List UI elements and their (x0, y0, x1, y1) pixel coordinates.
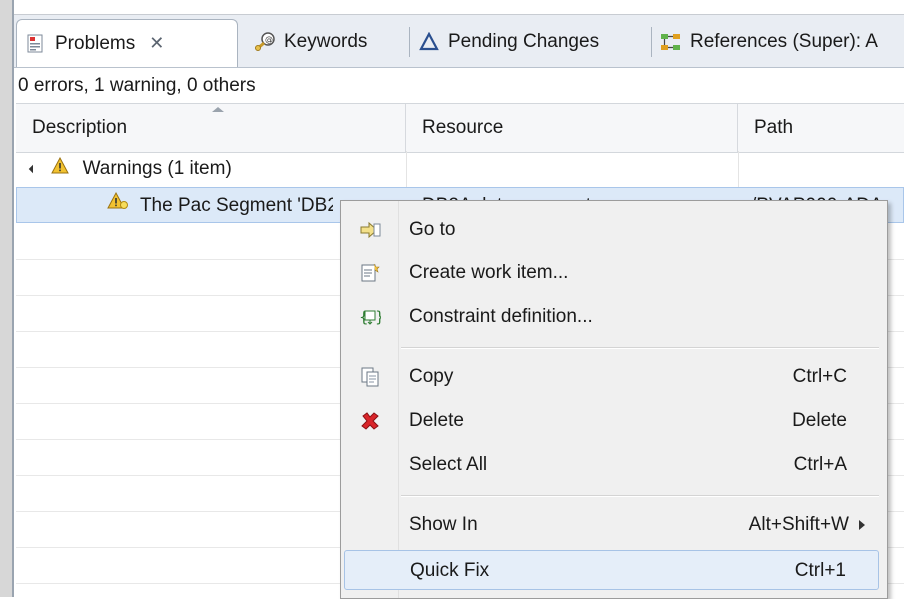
tab-problems[interactable]: Problems ✕ (16, 19, 238, 67)
tab-label: Problems (55, 32, 136, 54)
constraint-icon: {} (359, 306, 381, 328)
keywords-icon: @ (254, 31, 276, 53)
expand-toggle-icon[interactable] (28, 164, 38, 174)
delete-icon (359, 410, 381, 432)
close-icon[interactable]: ✕ (149, 33, 164, 54)
table-header: Description Resource Path (16, 103, 904, 153)
tab-references[interactable]: References (Super): A (652, 19, 904, 65)
references-icon (660, 31, 682, 53)
menu-item-delete[interactable]: Delete Delete (341, 401, 887, 441)
window-frame (0, 0, 12, 597)
goto-icon (359, 219, 381, 241)
column-resource[interactable]: Resource (406, 104, 738, 152)
warning-quickfix-icon (107, 188, 129, 224)
problem-description: The Pac Segment 'DB2A' (139, 195, 333, 217)
menu-item-copy[interactable]: Copy Ctrl+C (341, 357, 887, 397)
column-description[interactable]: Description (16, 104, 406, 152)
menu-item-constraint-definition[interactable]: {} Constraint definition... (341, 297, 887, 337)
pending-changes-icon (418, 31, 440, 53)
tab-label: References (Super): A (690, 31, 878, 52)
tab-pending-changes[interactable]: Pending Changes (410, 19, 652, 65)
submenu-arrow-icon (859, 520, 865, 530)
sort-indicator-icon (212, 107, 224, 112)
svg-text:}: } (375, 308, 381, 326)
problems-summary: 0 errors, 1 warning, 0 others (18, 75, 256, 96)
menu-item-go-to[interactable]: Go to (341, 210, 887, 250)
group-label: Warnings (1 item) (82, 158, 232, 180)
svg-text:@: @ (265, 35, 273, 44)
table-row-group[interactable]: Warnings (1 item) (16, 151, 904, 188)
top-strip (14, 0, 904, 15)
work-item-icon (359, 262, 381, 284)
copy-icon (359, 366, 381, 388)
window-border (12, 0, 14, 597)
menu-item-select-all[interactable]: Select All Ctrl+A (341, 445, 887, 485)
tab-label: Keywords (284, 31, 368, 52)
context-menu: Go to Create work item... {} Constraint … (340, 200, 888, 599)
menu-item-quick-fix[interactable]: Quick Fix Ctrl+1 (344, 550, 879, 590)
warning-icon (51, 151, 70, 187)
tab-label: Pending Changes (448, 31, 600, 52)
menu-item-create-work-item[interactable]: Create work item... (341, 253, 887, 293)
menu-separator (401, 347, 879, 349)
problems-icon (25, 33, 47, 55)
column-path[interactable]: Path (738, 104, 904, 152)
view-tab-bar: Problems ✕ @ Keywords Pending Changes Re… (14, 15, 904, 68)
menu-item-show-in[interactable]: Show In Alt+Shift+W (341, 505, 887, 545)
menu-separator (401, 495, 879, 497)
tab-keywords[interactable]: @ Keywords (246, 19, 410, 65)
